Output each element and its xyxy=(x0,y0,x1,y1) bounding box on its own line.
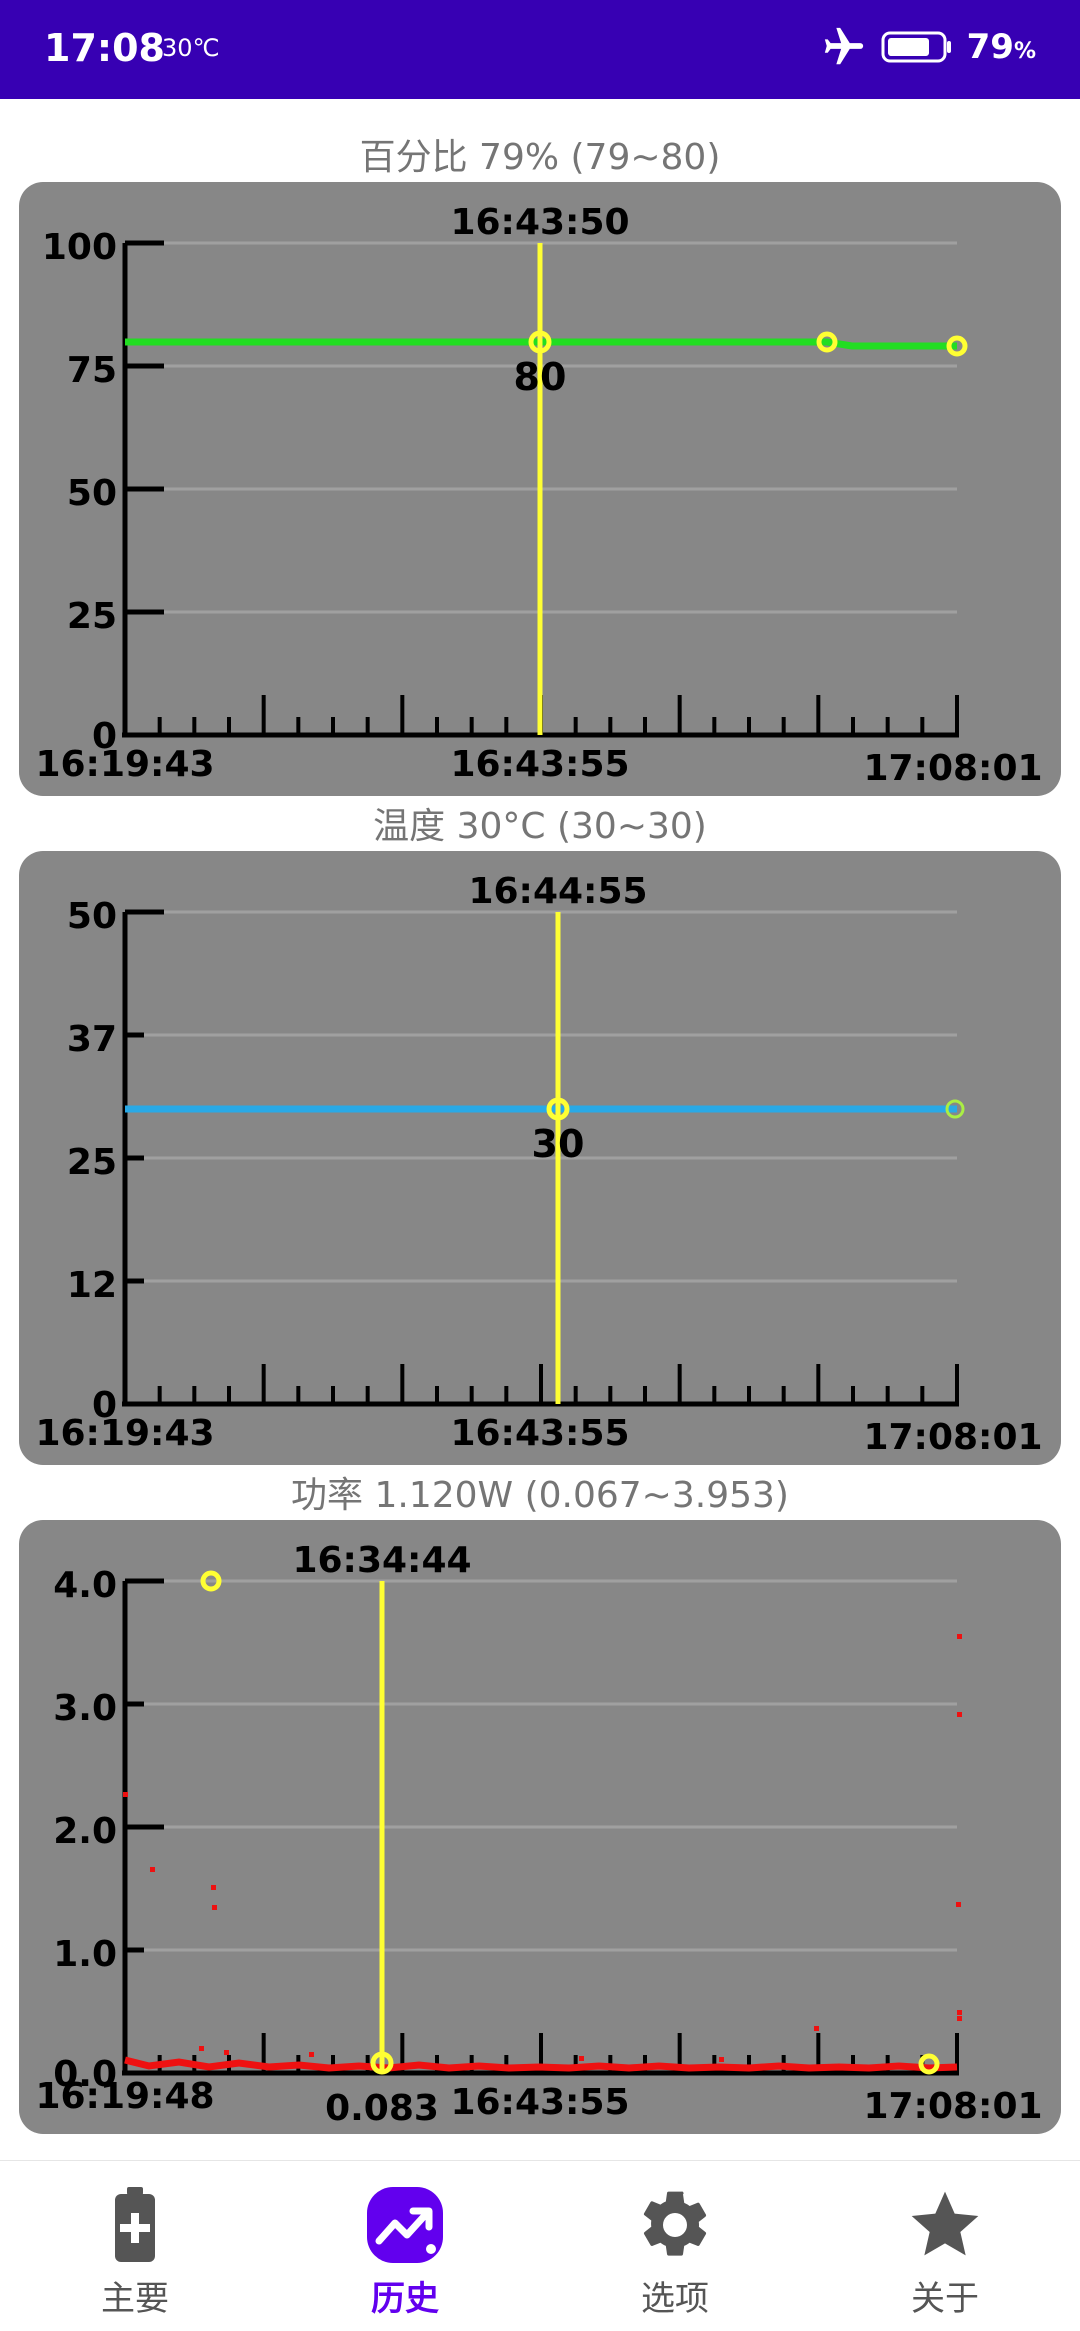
x-label-mid: 16:43:55 xyxy=(450,2082,629,2123)
y-tick-label: 37 xyxy=(67,1019,117,1060)
temperature-chart-svg: 50 37 25 12 0 16:44:55 30 16:19:43 16:43… xyxy=(35,871,1042,1458)
power-chart[interactable]: 4.0 3.0 2.0 1.0 0.0 16:34:44 0.083 16:19… xyxy=(19,1520,1061,2134)
nav-label-main: 主要 xyxy=(101,2279,169,2319)
y-tick-label: 2.0 xyxy=(53,1811,117,1852)
x-label-start: 16:19:48 xyxy=(35,2076,214,2117)
x-label-mid: 16:43:55 xyxy=(450,1413,629,1454)
trending-up-icon xyxy=(367,2187,443,2263)
power-end-marker xyxy=(918,2053,940,2075)
y-tick-label: 75 xyxy=(67,350,117,391)
battery-icon xyxy=(115,2187,155,2262)
nav-label-about: 关于 xyxy=(911,2279,979,2319)
battery-cursor-time: 16:43:50 xyxy=(450,202,629,243)
x-label-end: 17:08:01 xyxy=(863,2086,1042,2127)
temperature-chart-x-ticks xyxy=(123,1364,959,1404)
status-temperature: 30℃ xyxy=(162,34,220,62)
x-label-end: 17:08:01 xyxy=(863,748,1042,789)
power-cursor-value: 0.083 xyxy=(325,2088,439,2129)
nav-item-options[interactable]: 选项 xyxy=(540,2161,810,2331)
temperature-chart[interactable]: 50 37 25 12 0 16:44:55 30 16:19:43 16:43… xyxy=(19,851,1061,1465)
power-scatter-points xyxy=(123,1634,962,2062)
temperature-chart-grid xyxy=(125,910,957,1283)
nav-label-options: 选项 xyxy=(641,2279,709,2319)
nav-item-about[interactable]: 关于 xyxy=(810,2161,1080,2331)
battery-status-icon xyxy=(881,31,951,63)
star-icon xyxy=(911,2191,979,2256)
power-cursor-time: 16:34:44 xyxy=(292,1540,471,1581)
y-tick-label: 4.0 xyxy=(53,1565,117,1606)
power-chart-svg: 4.0 3.0 2.0 1.0 0.0 16:34:44 0.083 16:19… xyxy=(35,1540,1042,2129)
temperature-cursor-value: 30 xyxy=(532,1122,585,1166)
battery-chart[interactable]: 100 75 50 25 0 16:43:50 80 16:19:43 16:4… xyxy=(19,182,1061,796)
x-label-end: 17:08:01 xyxy=(863,1417,1042,1458)
airplane-icon xyxy=(824,27,863,65)
battery-chart-svg: 100 75 50 25 0 16:43:50 80 16:19:43 16:4… xyxy=(35,202,1042,789)
y-tick-label: 25 xyxy=(67,596,117,637)
bottom-navigation: 主要 历史 选项 关于 xyxy=(0,2160,1080,2331)
y-tick-label: 12 xyxy=(67,1265,117,1306)
temperature-cursor-time: 16:44:55 xyxy=(468,871,647,912)
temperature-chart-title: 温度 30°C (30~30) xyxy=(373,806,707,847)
x-label-start: 16:19:43 xyxy=(35,744,214,785)
power-chart-title: 功率 1.120W (0.067~3.953) xyxy=(291,1475,789,1516)
status-time: 17:08 xyxy=(44,26,165,70)
battery-chart-title: 百分比 79% (79~80) xyxy=(359,137,721,178)
y-tick-label: 1.0 xyxy=(53,1934,117,1975)
x-label-mid: 16:43:55 xyxy=(450,744,629,785)
battery-unit: % xyxy=(1013,39,1036,64)
battery-chart-y-labels: 100 75 50 25 0 xyxy=(42,227,117,757)
y-tick-label: 100 xyxy=(42,227,117,268)
y-tick-label: 50 xyxy=(67,896,117,937)
status-bar: 17:08 30℃ 79% xyxy=(0,0,1080,99)
nav-item-main[interactable]: 主要 xyxy=(0,2161,270,2331)
nav-label-history: 历史 xyxy=(371,2279,439,2319)
x-label-start: 16:19:43 xyxy=(35,1413,214,1454)
temperature-chart-y-labels: 50 37 25 12 0 xyxy=(67,896,117,1426)
gear-icon xyxy=(643,2191,707,2256)
nav-item-history[interactable]: 历史 xyxy=(270,2161,540,2331)
y-tick-label: 3.0 xyxy=(53,1688,117,1729)
y-tick-label: 25 xyxy=(67,1142,117,1183)
power-chart-grid xyxy=(125,1579,957,1952)
power-chart-y-labels: 4.0 3.0 2.0 1.0 0.0 xyxy=(53,1565,117,2095)
y-tick-label: 50 xyxy=(67,473,117,514)
battery-cursor-value: 80 xyxy=(514,355,567,399)
status-icons: 79% xyxy=(821,22,1036,72)
battery-percent: 79 xyxy=(966,27,1014,67)
